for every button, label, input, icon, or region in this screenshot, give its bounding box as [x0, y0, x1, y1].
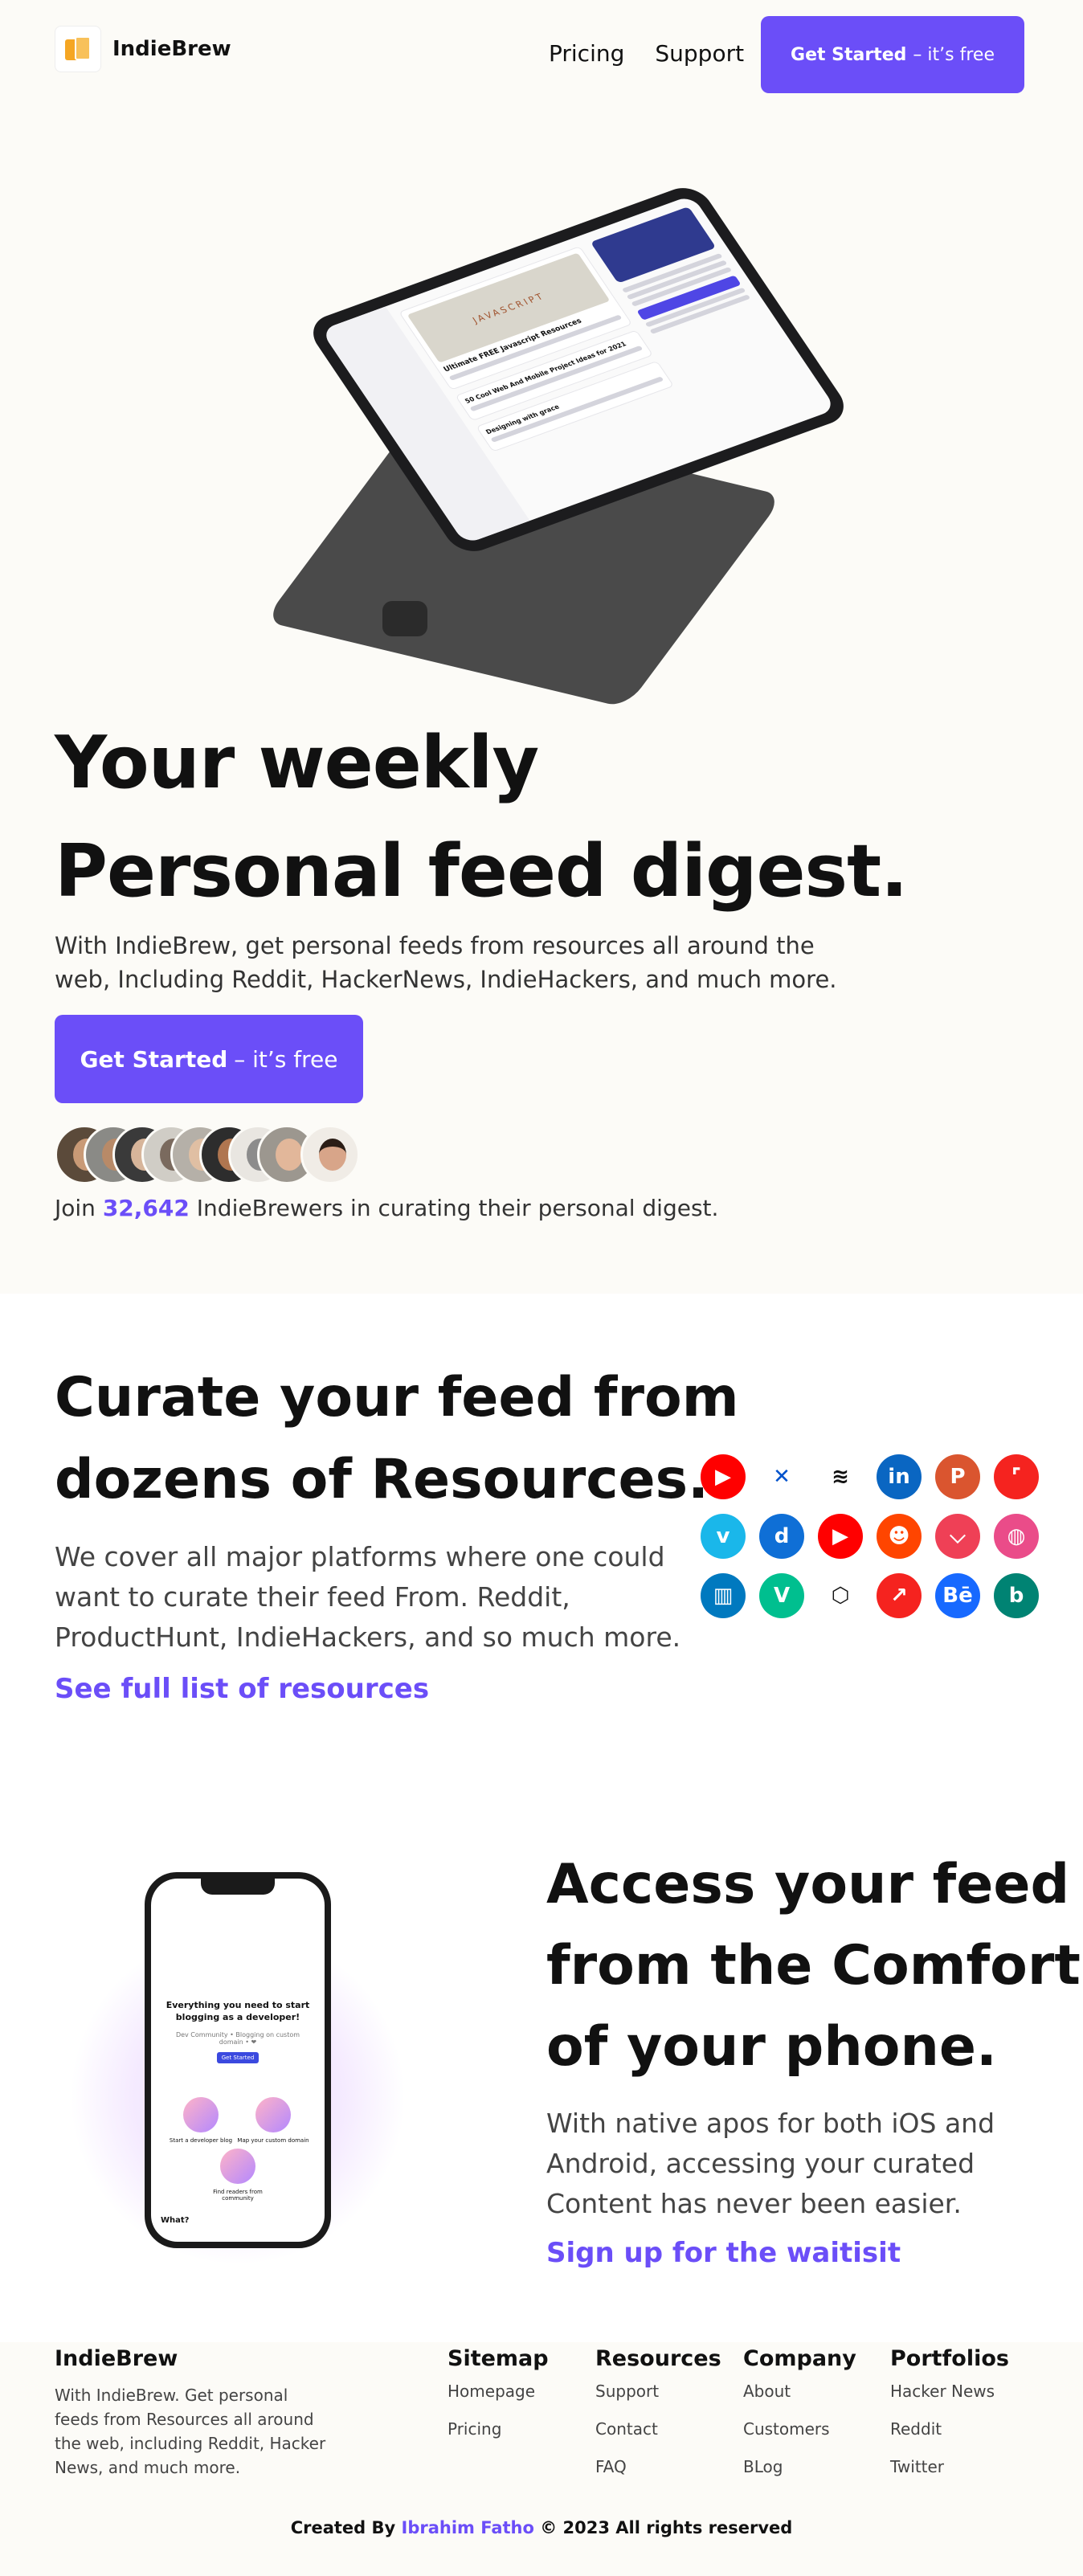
footer-link-homepage[interactable]: Homepage	[448, 2379, 549, 2417]
phone-sub: Dev Community • Blogging on custom domai…	[175, 2031, 300, 2046]
footer-col-title: Company	[743, 2346, 856, 2371]
copyright-prefix: Created By	[290, 2518, 402, 2537]
phone-feature-2: Map your custom domain	[237, 2137, 309, 2144]
author-link[interactable]: Ibrahim Fatho	[402, 2518, 534, 2537]
avatar	[300, 1125, 360, 1184]
trending-icon: ↗	[877, 1573, 922, 1618]
curate-title-line-2: dozens of Resources.	[55, 1448, 709, 1511]
footer-col-sitemap: Sitemap Homepage Pricing	[448, 2346, 549, 2455]
footer-link-reddit[interactable]: Reddit	[890, 2417, 1009, 2455]
footer-col-portfolios: Portfolios Hacker News Reddit Twitter	[890, 2346, 1009, 2492]
reddit-icon: ☻	[877, 1514, 922, 1559]
trello-icon: ▥	[701, 1573, 746, 1618]
youtube-icon: ▶	[701, 1454, 746, 1499]
hero-title-line-2: Personal feed digest.	[55, 829, 908, 914]
footer-link-hacker-news[interactable]: Hacker News	[890, 2379, 1009, 2417]
phone-get-started: Get Started	[217, 2052, 259, 2063]
linkedin-icon: in	[877, 1454, 922, 1499]
waitlist-link[interactable]: Sign up for the waitisit	[546, 2237, 901, 2269]
footer-link-customers[interactable]: Customers	[743, 2417, 856, 2455]
nav-link-pricing[interactable]: Pricing	[549, 40, 624, 67]
join-suffix: IndieBrewers in curating their personal …	[189, 1195, 719, 1221]
see-resources-link[interactable]: See full list of resources	[55, 1673, 429, 1705]
phone-heading: Everything you need to start blogging as…	[166, 2000, 310, 2022]
footer-description: With IndieBrew. Get personal feeds from …	[55, 2386, 326, 2477]
dribbble-icon: ◍	[994, 1514, 1039, 1559]
phone-feature-3: Find readers from community	[213, 2189, 263, 2202]
footer-link-twitter[interactable]: Twitter	[890, 2455, 1009, 2492]
footer-brand: IndieBrew	[55, 2346, 178, 2371]
phone-mockup: Everything you need to start blogging as…	[145, 1872, 331, 2248]
copyright-suffix: © 2023 All rights reserved	[533, 2518, 793, 2537]
behance-icon: Bē	[935, 1573, 980, 1618]
phone-notch	[201, 1879, 275, 1895]
nav-cta-rest: – it’s free	[913, 44, 995, 65]
footer-link-faq[interactable]: FAQ	[595, 2455, 721, 2492]
footer-col-company: Company About Customers BLog	[743, 2346, 856, 2492]
footer-col-resources: Resources Support Contact FAQ	[595, 2346, 721, 2492]
access-description: With native apos for both iOS and Androi…	[546, 2108, 995, 2219]
hero-section: IndieBrew Pricing Support Get Started – i…	[0, 0, 1083, 1294]
tablet-camera	[382, 601, 427, 636]
hero-subtitle: With IndieBrew, get personal feeds from …	[55, 932, 837, 993]
hero-get-started-button[interactable]: Get Started – it’s free	[55, 1015, 363, 1103]
phone-footer-text: What?	[161, 2216, 190, 2225]
chat-icon	[220, 2149, 255, 2184]
join-count: 32,642	[102, 1195, 190, 1221]
nav-cta-bold: Get Started	[791, 44, 907, 65]
brand-name: IndieBrew	[112, 37, 231, 61]
footer-col-title: Portfolios	[890, 2346, 1009, 2371]
join-text: Join 32,642 IndieBrewers in curating the…	[55, 1195, 718, 1221]
footer-link-support[interactable]: Support	[595, 2379, 721, 2417]
phone-screen: Everything you need to start blogging as…	[151, 1879, 325, 2242]
bing-icon: b	[994, 1573, 1039, 1618]
footer-col-title: Sitemap	[448, 2346, 549, 2371]
copyright: Created By Ibrahim Fatho © 2023 All righ…	[0, 2518, 1083, 2537]
join-prefix: Join	[55, 1195, 103, 1221]
dailydev-icon: d	[759, 1514, 804, 1559]
footer-link-about[interactable]: About	[743, 2379, 856, 2417]
pocket-icon: ⌵	[935, 1514, 980, 1559]
hero-title-line-1: Your weekly	[55, 721, 539, 805]
youtube-icon-2: ▶	[818, 1514, 863, 1559]
nav-links: Pricing Support	[549, 40, 744, 67]
blog-icon	[183, 2097, 219, 2132]
access-title-line-2: from the Comfort	[546, 1934, 1081, 1997]
curate-title-line-1: Curate your feed from	[55, 1366, 739, 1429]
confluence-icon: ✕	[759, 1454, 804, 1499]
access-title-line-3: of your phone.	[546, 2015, 997, 2079]
nav-link-support[interactable]: Support	[655, 40, 744, 67]
brand-logo-link[interactable]: IndieBrew	[55, 26, 231, 72]
footer-col-title: Resources	[595, 2346, 721, 2371]
top-nav: IndieBrew Pricing Support Get Started – i…	[0, 0, 1083, 96]
footer-link-pricing[interactable]: Pricing	[448, 2417, 549, 2455]
phone-feature-1: Start a developer blog	[169, 2137, 233, 2144]
buffer-icon: ≋	[818, 1454, 863, 1499]
hero-cta-rest: – it’s free	[234, 1045, 338, 1073]
hero-cta-bold: Get Started	[80, 1045, 228, 1073]
curate-description: We cover all major platforms where one c…	[55, 1541, 681, 1653]
vimeo-icon: v	[701, 1514, 746, 1559]
footer-link-contact[interactable]: Contact	[595, 2417, 721, 2455]
footer-link-blog[interactable]: BLog	[743, 2455, 856, 2492]
producthunt-icon: P	[935, 1454, 980, 1499]
codepen-icon: ⬡	[818, 1573, 863, 1618]
globe-icon	[255, 2097, 291, 2132]
vine-icon: V	[759, 1573, 804, 1618]
nav-get-started-button[interactable]: Get Started – it’s free	[761, 16, 1024, 93]
screenshot-icon: ⌜	[994, 1454, 1039, 1499]
access-title-line-1: Access your feed	[546, 1853, 1070, 1916]
beer-mugs-icon	[55, 26, 101, 72]
